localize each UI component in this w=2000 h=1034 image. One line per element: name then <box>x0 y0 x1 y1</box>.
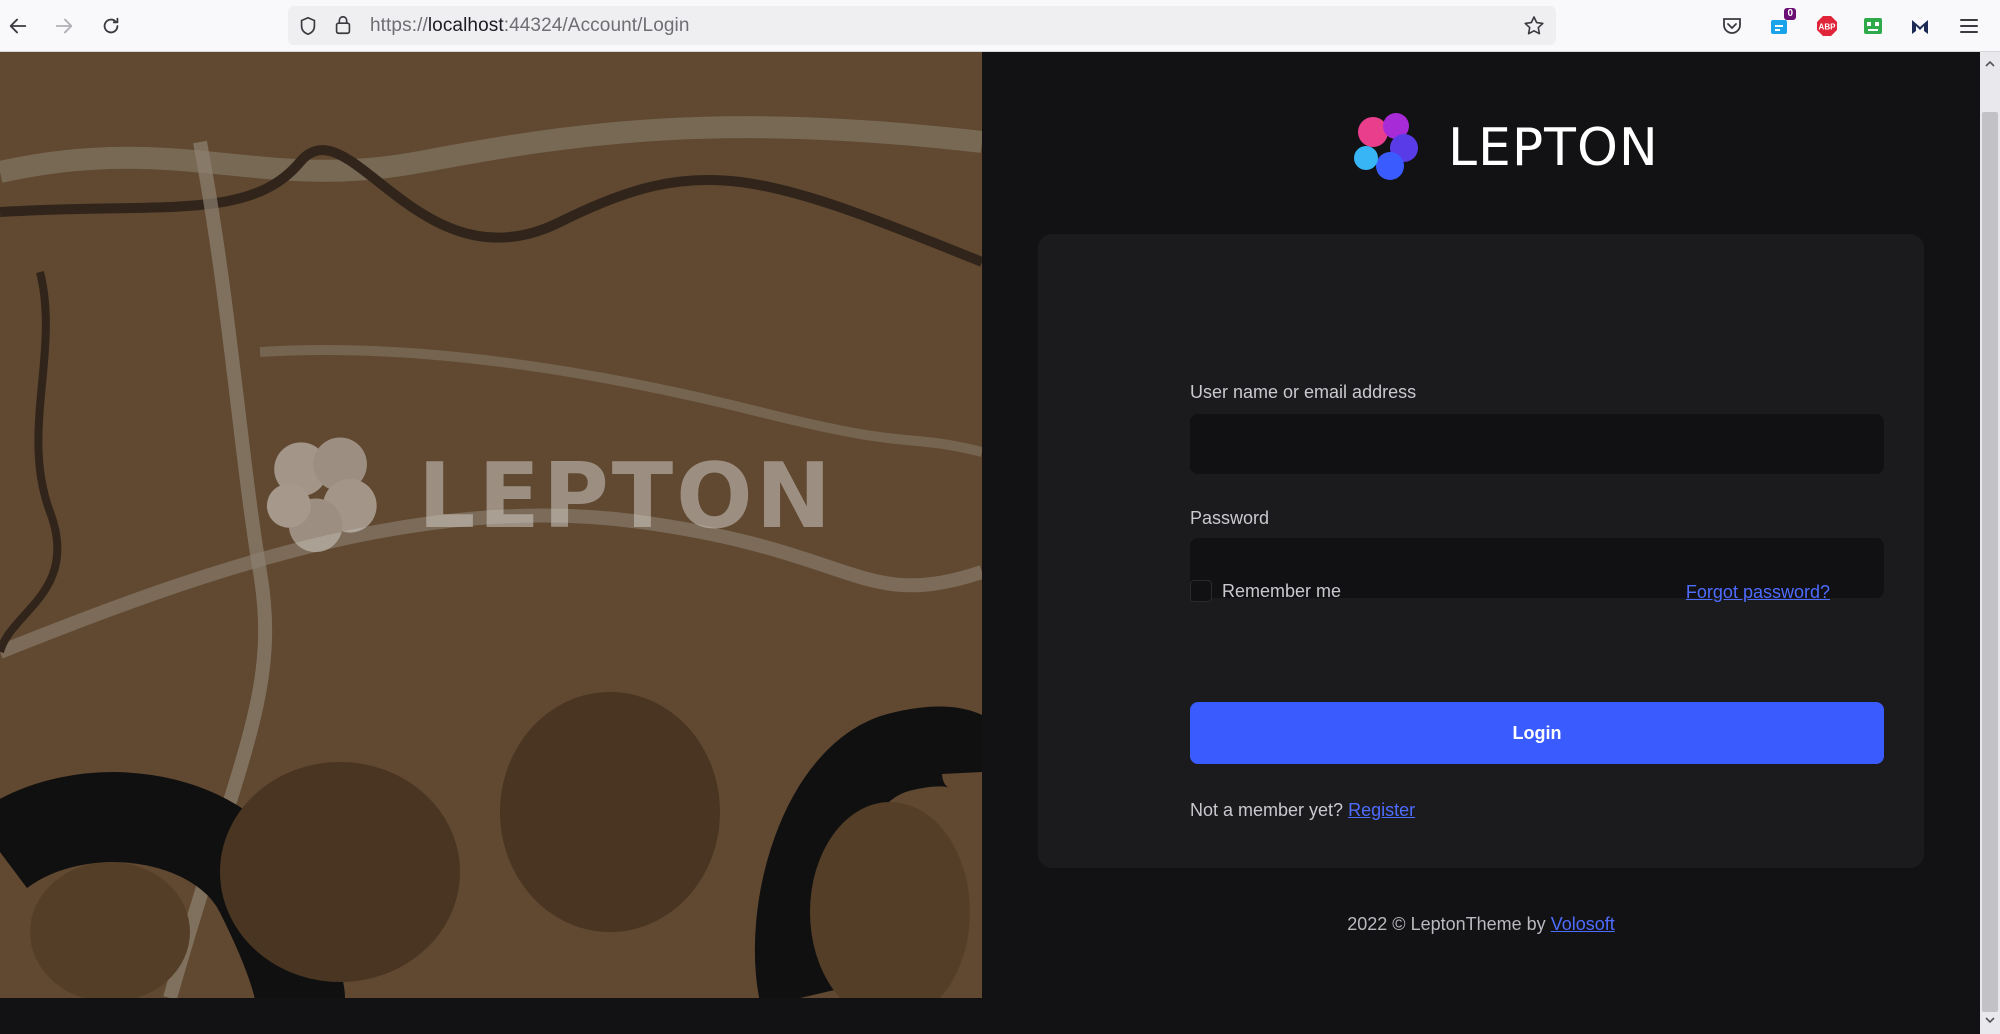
svg-text:ABP: ABP <box>1819 23 1837 32</box>
brand-name: LEPTON <box>1448 118 1659 178</box>
forgot-password-link[interactable]: Forgot password? <box>1686 582 1830 603</box>
robot-extension-icon[interactable] <box>1860 13 1886 39</box>
register-link[interactable]: Register <box>1348 800 1415 820</box>
remember-me[interactable]: Remember me <box>1190 580 1341 602</box>
footer: 2022 © LeptonTheme by Volosoft <box>982 914 1980 935</box>
login-card: User name or email address Password Reme… <box>1038 234 1924 868</box>
remember-me-label[interactable]: Remember me <box>1222 581 1341 602</box>
lepton-watermark-logo-icon <box>266 437 377 553</box>
bottom-strip <box>0 998 982 1034</box>
reload-icon[interactable] <box>97 12 125 40</box>
pocket-icon[interactable] <box>1719 13 1745 39</box>
extension-icon[interactable]: 0 <box>1766 8 1796 39</box>
login-button[interactable]: Login <box>1190 702 1884 764</box>
brand-logo[interactable]: LEPTON <box>1346 108 1659 188</box>
bookmark-star-icon[interactable] <box>1522 14 1546 38</box>
remember-me-checkbox[interactable] <box>1190 580 1212 602</box>
forward-icon[interactable] <box>50 12 78 40</box>
hero-watermark-text: LEPTON <box>418 443 835 549</box>
malwarebytes-icon[interactable] <box>1907 13 1933 39</box>
password-label: Password <box>1190 508 1270 528</box>
hero-background-image: LEPTON <box>0 52 982 998</box>
adblock-icon[interactable]: ABP <box>1814 13 1840 39</box>
lock-icon[interactable] <box>332 14 354 36</box>
page-scrollbar[interactable] <box>1980 52 2000 1034</box>
menu-icon[interactable] <box>1956 13 1982 39</box>
volosoft-link[interactable]: Volosoft <box>1551 914 1615 934</box>
footer-text: 2022 © LeptonTheme by <box>1347 914 1546 934</box>
lepton-logo-icon <box>1354 113 1418 180</box>
scrollbar-thumb[interactable] <box>1982 112 1998 1012</box>
hero-watermark: LEPTON <box>262 430 834 562</box>
username-label: User name or email address <box>1190 382 1417 402</box>
register-row: Not a member yet? Register <box>1190 800 1415 821</box>
shield-icon[interactable] <box>297 15 319 37</box>
login-panel: LEPTON User name or email address Passwo… <box>982 52 1980 1034</box>
not-member-text: Not a member yet? <box>1190 800 1344 820</box>
extension-badge: 0 <box>1784 8 1796 20</box>
address-bar[interactable]: https://localhost:44324/Account/Login <box>288 6 1556 45</box>
scroll-down-icon[interactable] <box>1984 1014 1996 1026</box>
back-icon[interactable] <box>4 12 32 40</box>
username-input[interactable] <box>1190 414 1884 474</box>
scroll-up-icon[interactable] <box>1984 58 1996 70</box>
browser-toolbar: https://localhost:44324/Account/Login 0 … <box>0 0 2000 52</box>
url-text[interactable]: https://localhost:44324/Account/Login <box>370 15 690 37</box>
